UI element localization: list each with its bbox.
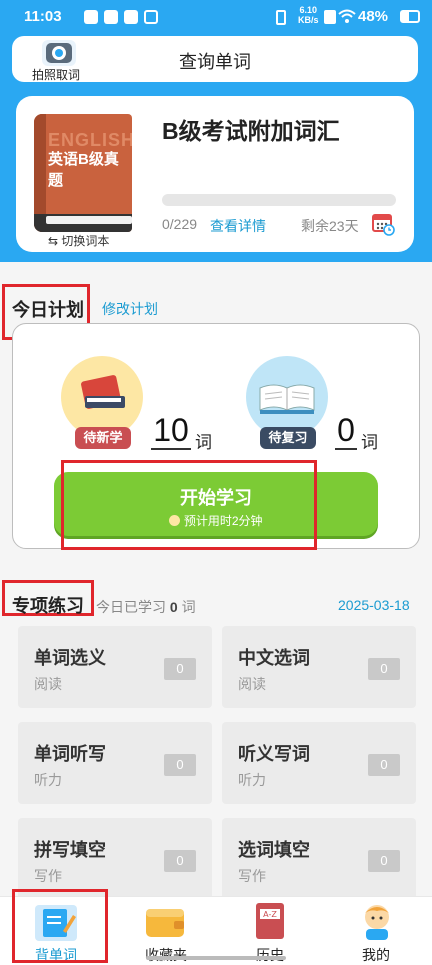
view-details-link[interactable]: 查看详情 bbox=[210, 216, 266, 236]
review-words-count: 0 bbox=[335, 412, 357, 450]
practice-title: 专项练习 bbox=[12, 596, 84, 616]
switch-book-button[interactable]: ⇆ 切换词本 bbox=[48, 232, 109, 249]
nav-item-favorites[interactable]: 收藏夹 bbox=[116, 897, 216, 965]
learned-today: 今日已学习 0 词 bbox=[96, 597, 196, 617]
dictionary-icon: A-Z bbox=[256, 903, 284, 939]
learned-prefix: 今日已学习 bbox=[96, 599, 166, 615]
nav-item-profile[interactable]: 我的 bbox=[330, 897, 422, 965]
sim-icon bbox=[324, 10, 336, 24]
wifi-icon bbox=[338, 9, 356, 23]
vibrate-icon bbox=[276, 10, 286, 25]
nav-label: 收藏夹 bbox=[145, 947, 187, 963]
search-title[interactable]: 查询单词 bbox=[12, 48, 418, 74]
practice-date: 2025-03-18 bbox=[338, 597, 410, 613]
tile-category: 听力 bbox=[34, 772, 62, 788]
book-cover[interactable]: ENGLISH 英语B级真题 bbox=[34, 114, 132, 232]
learned-count: 0 bbox=[169, 599, 178, 615]
switch-book-label: 切换词本 bbox=[61, 234, 110, 248]
practice-tile[interactable]: 拼写填空 写作 0 bbox=[18, 818, 212, 900]
highlight-box-nav bbox=[12, 889, 108, 963]
review-words-unit: 词 bbox=[361, 433, 378, 452]
nav-item-history[interactable]: A-Z 历史 bbox=[224, 897, 316, 965]
tile-count: 0 bbox=[368, 754, 400, 776]
tile-category: 写作 bbox=[34, 868, 62, 884]
progress-bar bbox=[162, 194, 396, 206]
practice-tile[interactable]: 中文选词 阅读 0 bbox=[222, 626, 416, 708]
book-cover-cn: 英语B级真题 bbox=[48, 151, 119, 189]
gesture-bar bbox=[146, 956, 286, 960]
practice-tile[interactable]: 选词填空 写作 0 bbox=[222, 818, 416, 900]
tile-name: 选词填空 bbox=[238, 840, 310, 860]
tile-category: 听力 bbox=[238, 772, 266, 788]
net-speed-unit: KB/s bbox=[298, 15, 319, 25]
screen-icon bbox=[144, 10, 158, 24]
tile-name: 中文选词 bbox=[238, 648, 310, 668]
battery-icon bbox=[400, 10, 420, 23]
plan-title: 今日计划 bbox=[12, 300, 84, 320]
review-words-circle bbox=[246, 356, 328, 438]
edit-plan-link[interactable]: 修改计划 bbox=[102, 299, 158, 319]
tile-name: 单词听写 bbox=[34, 744, 106, 764]
battery-percent: 48% bbox=[358, 8, 389, 25]
tile-category: 阅读 bbox=[34, 676, 62, 692]
highlight-box-start bbox=[61, 460, 317, 550]
svg-text:A-Z: A-Z bbox=[263, 910, 277, 919]
nav-label: 我的 bbox=[362, 947, 390, 963]
wallet-icon bbox=[146, 909, 184, 937]
tiktok-icon bbox=[104, 10, 118, 24]
avatar-icon bbox=[365, 905, 389, 940]
mail-icon bbox=[124, 10, 138, 24]
net-speed: 6.10 KB/s bbox=[298, 5, 319, 25]
open-book-icon bbox=[259, 384, 315, 414]
tile-name: 听义写词 bbox=[238, 744, 310, 764]
books-icon bbox=[81, 375, 125, 409]
new-words-count: 10 bbox=[151, 412, 191, 450]
progress-text: 0/229 bbox=[162, 216, 198, 232]
learned-suffix: 词 bbox=[181, 599, 196, 615]
app-icon bbox=[84, 10, 98, 24]
tile-count: 0 bbox=[368, 850, 400, 872]
practice-tile[interactable]: 听义写词 听力 0 bbox=[222, 722, 416, 804]
status-bar: 11:03 6.10 KB/s 48% bbox=[0, 0, 432, 34]
tile-category: 阅读 bbox=[238, 676, 266, 692]
tile-count: 0 bbox=[164, 850, 196, 872]
book-card: ENGLISH 英语B级真题 ⇆ 切换词本 B级考试附加词汇 0/229 查看详… bbox=[16, 96, 414, 252]
calendar-icon[interactable] bbox=[372, 212, 396, 236]
practice-tile[interactable]: 单词听写 听力 0 bbox=[18, 722, 212, 804]
days-remaining: 剩余23天 bbox=[301, 218, 359, 234]
switch-icon: ⇆ bbox=[48, 234, 59, 248]
net-speed-value: 6.10 bbox=[299, 5, 318, 15]
status-time: 11:03 bbox=[24, 8, 62, 25]
book-title: B级考试附加词汇 bbox=[162, 118, 340, 144]
nav-label: 历史 bbox=[256, 947, 284, 963]
tile-name: 单词选义 bbox=[34, 648, 106, 668]
new-words-circle bbox=[61, 356, 143, 438]
practice-tile[interactable]: 单词选义 阅读 0 bbox=[18, 626, 212, 708]
tile-count: 0 bbox=[164, 658, 196, 680]
new-words-tag: 待新学 bbox=[75, 427, 131, 449]
new-words-unit: 词 bbox=[195, 433, 212, 452]
review-words-tag: 待复习 bbox=[260, 427, 316, 449]
tile-category: 写作 bbox=[238, 868, 266, 884]
tile-count: 0 bbox=[164, 754, 196, 776]
tile-name: 拼写填空 bbox=[34, 840, 106, 860]
bottom-nav: 背单词 收藏夹 A-Z 历史 我的 bbox=[0, 889, 432, 965]
search-bar[interactable]: 拍照取词 查询单词 bbox=[12, 36, 418, 82]
tile-count: 0 bbox=[368, 658, 400, 680]
